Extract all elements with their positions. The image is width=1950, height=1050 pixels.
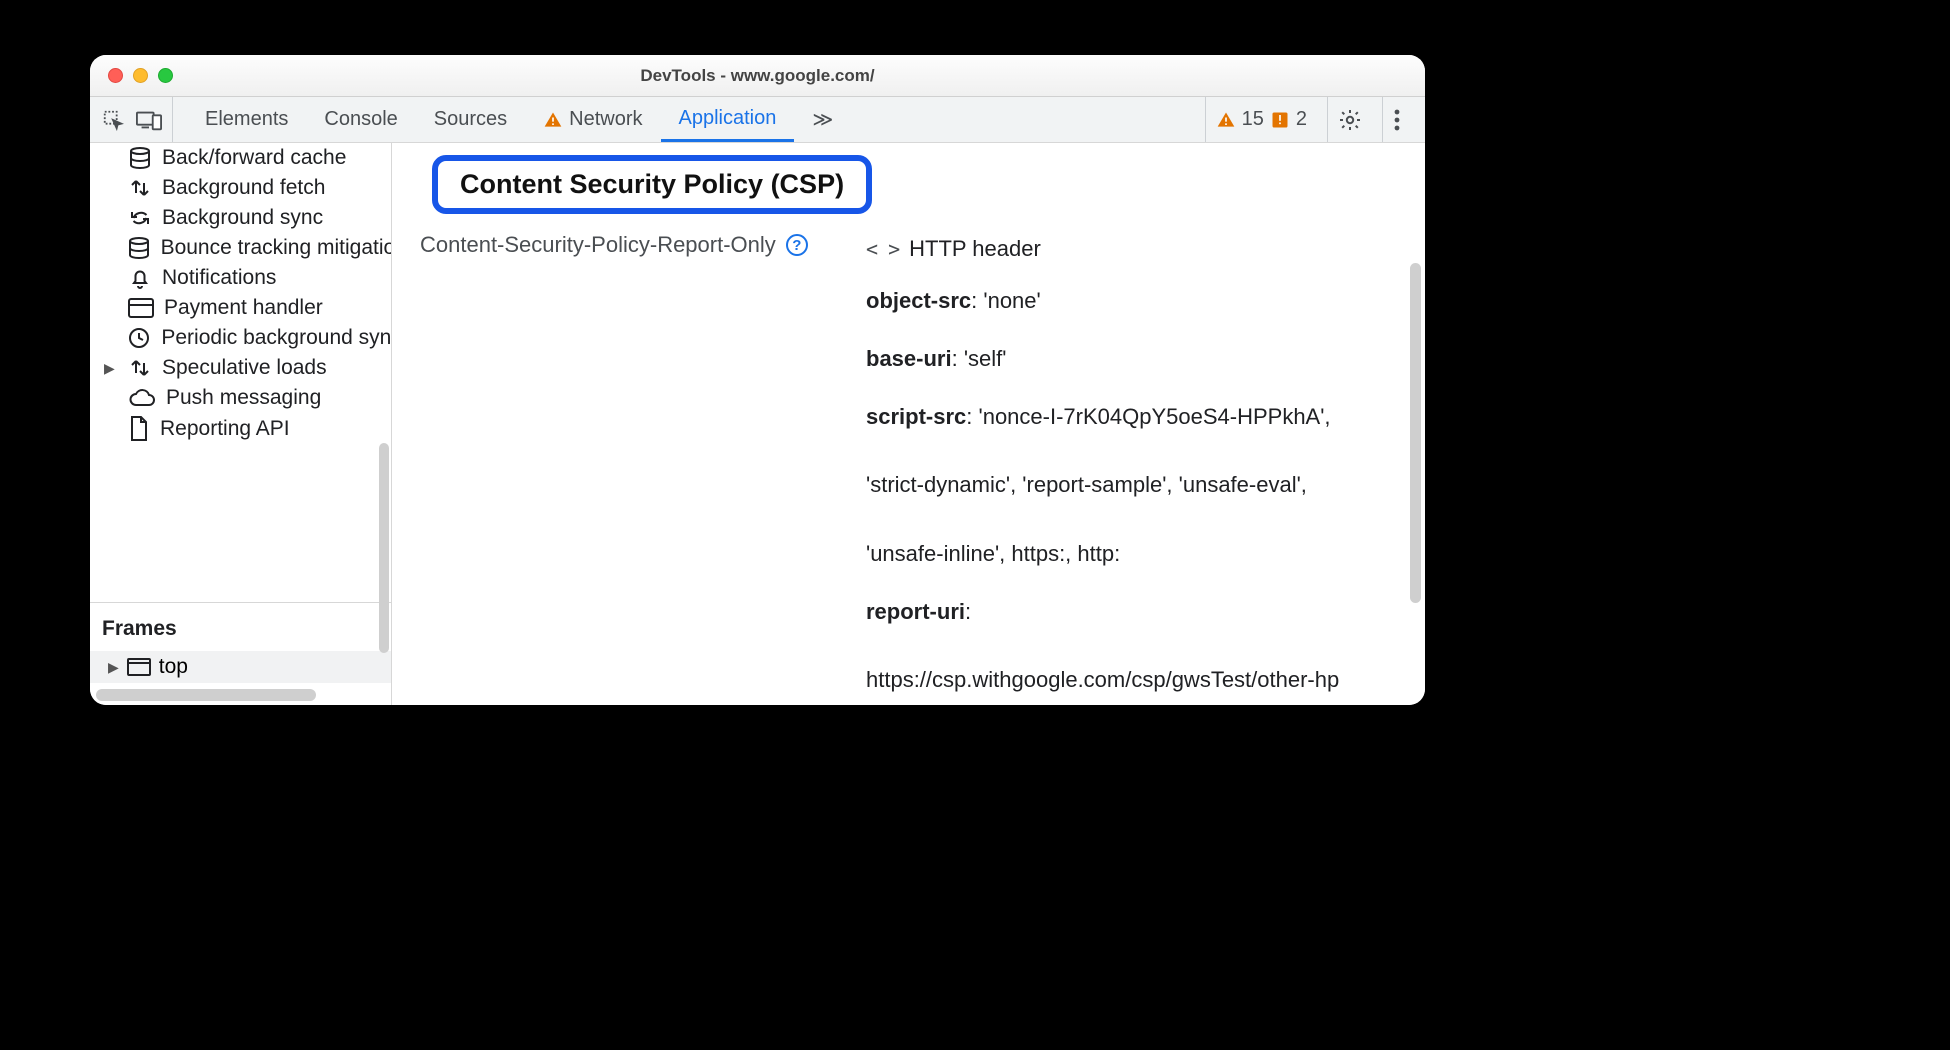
frames-top-row[interactable]: ▶ top [90, 651, 391, 683]
expand-icon: ▶ [108, 659, 119, 676]
doc-icon [128, 416, 150, 442]
frame-icon [127, 658, 151, 676]
panel-tabs: Elements Console Sources Network Applica… [173, 97, 851, 142]
csp-source-label: HTTP header [909, 232, 1041, 266]
bell-icon [128, 266, 152, 290]
updown-icon [128, 177, 152, 199]
sidebar-item-label: Bounce tracking mitigations [161, 236, 391, 260]
sidebar-item-back-forward-cache[interactable]: Back/forward cache [90, 143, 391, 173]
code-icon: < > [866, 234, 899, 265]
csp-section-highlight: Content Security Policy (CSP) [432, 155, 872, 214]
minimize-window-button[interactable] [133, 68, 148, 83]
main-detail-pane: Content Security Policy (CSP) Content-Se… [392, 143, 1425, 705]
expand-icon: ▶ [104, 360, 118, 377]
tab-console[interactable]: Console [306, 97, 415, 142]
sidebar-item-background-fetch[interactable]: Background fetch [90, 173, 391, 203]
application-sidebar: Back/forward cache Background fetch Backgr… [90, 143, 392, 705]
settings-button[interactable] [1327, 97, 1372, 142]
sidebar-item-label: Payment handler [164, 296, 323, 320]
sidebar-item-background-sync[interactable]: Background sync [90, 203, 391, 233]
window-title: DevTools - www.google.com/ [90, 66, 1425, 86]
warning-icon [1216, 110, 1236, 130]
zoom-window-button[interactable] [158, 68, 173, 83]
sidebar-item-label: Back/forward cache [162, 146, 346, 170]
csp-directive-script-src: script-src: 'nonce-I-7rK04QpY5oeS4-HPPkh… [866, 400, 1397, 570]
sidebar-item-reporting-api[interactable]: Reporting API [90, 413, 391, 445]
device-toggle-icon[interactable] [136, 109, 162, 131]
cloud-icon [128, 388, 156, 408]
tab-elements[interactable]: Elements [187, 97, 306, 142]
csp-directive-base-uri: base-uri: 'self' [866, 342, 1397, 376]
sidebar-item-push-messaging[interactable]: Push messaging [90, 383, 391, 413]
sidebar-item-label: Periodic background sync [161, 326, 391, 350]
issue-icon [1270, 110, 1290, 130]
sidebar-item-periodic-background-sync[interactable]: Periodic background sync [90, 323, 391, 353]
csp-section-title: Content Security Policy (CSP) [460, 169, 844, 199]
warnings-badge[interactable]: 15 2 [1205, 97, 1317, 142]
tab-network[interactable]: Network [525, 97, 660, 142]
sidebar-item-notifications[interactable]: Notifications [90, 263, 391, 293]
devtools-window: DevTools - www.google.com/ Elements Cons… [90, 55, 1425, 705]
kebab-icon [1393, 109, 1401, 131]
tab-application[interactable]: Application [661, 97, 795, 142]
sidebar-item-label: Notifications [162, 266, 276, 290]
sidebar-item-speculative-loads[interactable]: ▶ Speculative loads [90, 353, 391, 383]
more-button[interactable] [1382, 97, 1411, 142]
clock-icon [127, 326, 151, 350]
csp-directive-report-uri: report-uri:https://csp.withgoogle.com/cs… [866, 595, 1397, 697]
inspect-icon[interactable] [102, 109, 124, 131]
tabstrip: Elements Console Sources Network Applica… [90, 97, 1425, 143]
tabs-overflow-button[interactable]: ≫ [794, 97, 851, 142]
titlebar: DevTools - www.google.com/ [90, 55, 1425, 97]
sidebar-item-label: Push messaging [166, 386, 321, 410]
help-icon[interactable]: ? [786, 234, 808, 256]
updown-icon [128, 357, 152, 379]
sidebar-item-label: Reporting API [160, 417, 290, 441]
sidebar-item-payment-handler[interactable]: Payment handler [90, 293, 391, 323]
tab-sources[interactable]: Sources [416, 97, 525, 142]
close-window-button[interactable] [108, 68, 123, 83]
frame-label: top [159, 655, 188, 679]
database-icon [128, 147, 152, 169]
gear-icon [1338, 108, 1362, 132]
sidebar-item-bounce-tracking-mitigations[interactable]: Bounce tracking mitigations [90, 233, 391, 263]
sidebar-hscrollbar[interactable] [96, 689, 316, 701]
frames-section-header: Frames [90, 602, 391, 651]
sidebar-item-label: Speculative loads [162, 356, 327, 380]
sync-icon [128, 207, 152, 229]
sidebar-vscrollbar[interactable] [379, 443, 389, 653]
database-icon [127, 237, 151, 259]
csp-directive-object-src: object-src: 'none' [866, 284, 1397, 318]
sidebar-item-label: Background sync [162, 206, 323, 230]
sidebar-item-label: Background fetch [162, 176, 325, 200]
traffic-lights [108, 68, 173, 83]
csp-header-name: Content-Security-Policy-Report-Only ? [420, 232, 840, 258]
warning-icon [543, 110, 563, 130]
card-icon [128, 298, 154, 318]
main-vscrollbar[interactable] [1410, 263, 1421, 603]
